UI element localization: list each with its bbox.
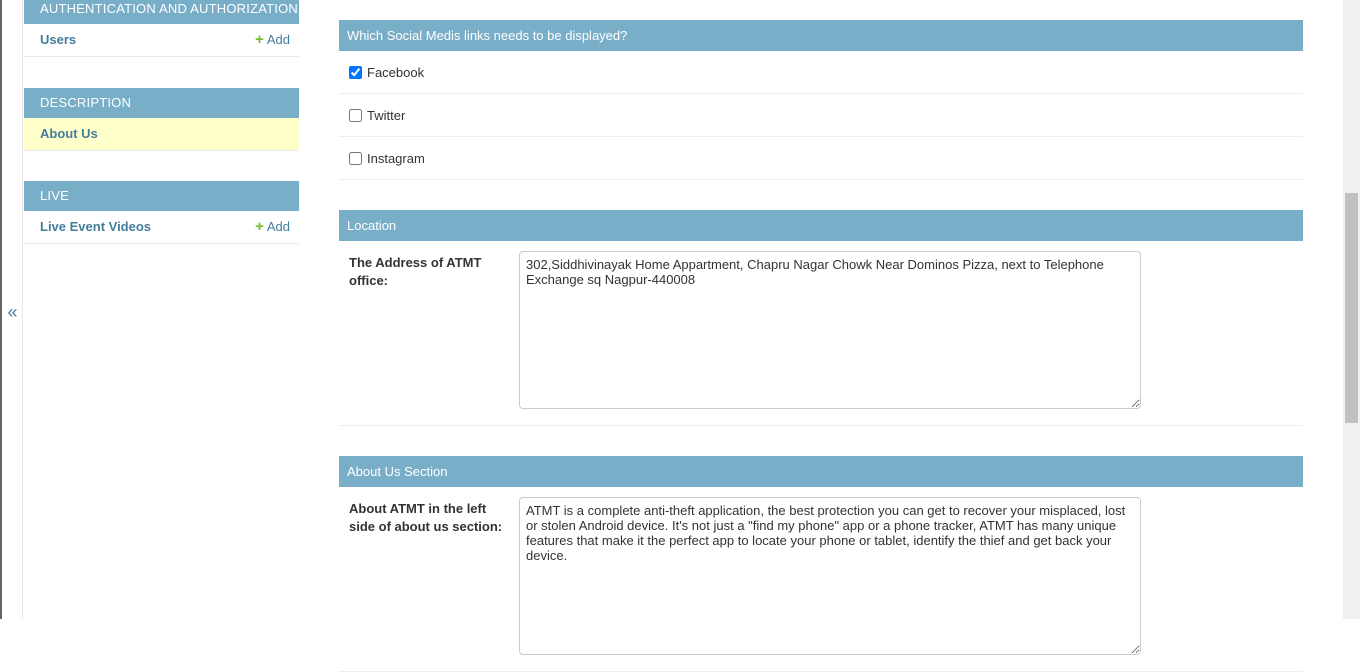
module-description: DESCRIPTION About Us xyxy=(24,88,299,151)
checkbox-row-twitter: Twitter xyxy=(339,94,1303,137)
fieldset-about-title: About Us Section xyxy=(339,456,1303,487)
sidebar-item-live-event-videos: Live Event Videos + Add xyxy=(24,211,299,244)
add-live-event-label: Add xyxy=(266,219,290,234)
about-left-label: About ATMT in the left side of about us … xyxy=(349,501,503,534)
page-scrollbar[interactable] xyxy=(1343,0,1360,619)
module-header-auth: AUTHENTICATION AND AUTHORIZATION xyxy=(24,0,299,24)
form-row-about-left: About ATMT in the left side of about us … xyxy=(339,487,1303,672)
form-row-address: The Address of ATMT office: 302,Siddhivi… xyxy=(339,241,1303,426)
twitter-checkbox[interactable] xyxy=(349,108,362,122)
fieldset-social-links: Which Social Medis links needs to be dis… xyxy=(339,20,1303,180)
checkbox-row-instagram: Instagram xyxy=(339,137,1303,180)
add-user-button[interactable]: + Add xyxy=(255,24,290,56)
instagram-checkbox[interactable] xyxy=(349,151,362,165)
users-link[interactable]: Users xyxy=(40,32,76,47)
add-live-event-video-button[interactable]: + Add xyxy=(255,211,290,243)
sidebar-item-about-us: About Us xyxy=(24,118,299,151)
facebook-checkbox[interactable] xyxy=(349,65,362,79)
fieldset-location: Location The Address of ATMT office: 302… xyxy=(339,210,1303,426)
facebook-label[interactable]: Facebook xyxy=(367,65,424,80)
address-label: The Address of ATMT office: xyxy=(349,255,482,288)
scrollbar-thumb[interactable] xyxy=(1345,193,1358,423)
twitter-label[interactable]: Twitter xyxy=(367,108,405,123)
module-live: LIVE Live Event Videos + Add xyxy=(24,181,299,244)
fieldset-location-title: Location xyxy=(339,210,1303,241)
window-left-edge xyxy=(0,0,2,619)
add-user-label: Add xyxy=(266,32,290,47)
sidebar-item-users: Users + Add xyxy=(24,24,299,57)
module-header-description: DESCRIPTION xyxy=(24,88,299,118)
about-us-link[interactable]: About Us xyxy=(40,126,98,141)
module-header-live: LIVE xyxy=(24,181,299,211)
about-left-textarea[interactable]: ATMT is a complete anti-theft applicatio… xyxy=(519,497,1141,655)
plus-icon: + xyxy=(255,218,264,235)
sidebar-divider xyxy=(22,0,23,619)
live-event-videos-link[interactable]: Live Event Videos xyxy=(40,219,151,234)
toggle-sidebar-button[interactable]: « xyxy=(3,300,22,324)
fieldset-about-us: About Us Section About ATMT in the left … xyxy=(339,456,1303,672)
plus-icon: + xyxy=(255,31,264,48)
checkbox-row-facebook: Facebook xyxy=(339,51,1303,94)
fieldset-social-title: Which Social Medis links needs to be dis… xyxy=(339,20,1303,51)
module-auth: AUTHENTICATION AND AUTHORIZATION Users +… xyxy=(24,0,299,57)
address-textarea[interactable]: 302,Siddhivinayak Home Appartment, Chapr… xyxy=(519,251,1141,409)
instagram-label[interactable]: Instagram xyxy=(367,151,425,166)
